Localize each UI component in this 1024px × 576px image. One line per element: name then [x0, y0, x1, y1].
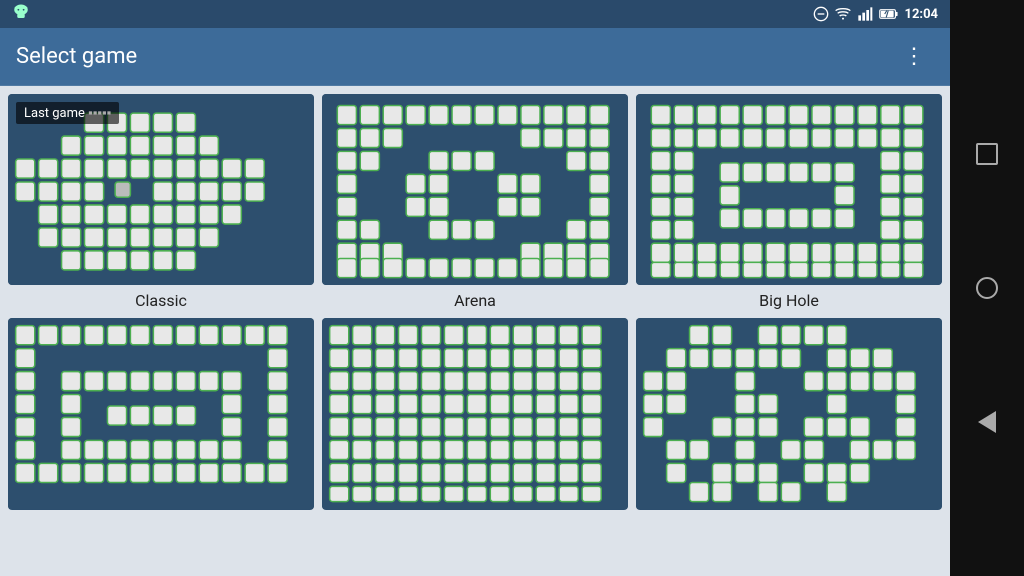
game-thumbnail-arena — [322, 94, 628, 285]
status-time: 12:04 — [905, 7, 939, 22]
game-thumbnail-full — [322, 318, 628, 509]
battery-icon — [879, 6, 899, 22]
more-options-button[interactable]: ⋮ — [895, 40, 934, 73]
signal-icon — [857, 6, 873, 22]
page-title: Select game — [16, 44, 895, 69]
status-bar: 12:04 — [0, 0, 950, 28]
game-item-classic[interactable]: Last game ▪▪▪▪▪ — [8, 94, 314, 310]
game-item-bighole[interactable]: Big Hole — [636, 94, 942, 310]
game-thumbnail-classic: Last game ▪▪▪▪▪ — [8, 94, 314, 285]
game-label-bighole: Big Hole — [759, 291, 819, 310]
nav-back-button[interactable] — [967, 402, 1007, 442]
android-screen: 12:04 Select game ⋮ Last game ▪▪▪▪▪ — [0, 0, 950, 576]
last-game-badge: Last game ▪▪▪▪▪ — [16, 102, 119, 124]
toolbar: Select game ⋮ — [0, 28, 950, 86]
game-thumbnail-bighole — [636, 94, 942, 285]
wifi-icon — [835, 6, 851, 22]
android-logo — [12, 3, 30, 25]
game-item-full[interactable] — [322, 318, 628, 515]
game-thumbnail-spiral — [8, 318, 314, 509]
game-item-scattered[interactable] — [636, 318, 942, 515]
game-label-classic: Classic — [135, 291, 187, 310]
game-grid-container: Last game ▪▪▪▪▪ — [0, 86, 950, 576]
game-label-arena: Arena — [454, 291, 496, 310]
game-item-spiral[interactable] — [8, 318, 314, 515]
android-nav-bar — [950, 0, 1024, 576]
game-item-arena[interactable]: Arena — [322, 94, 628, 310]
nav-home-button[interactable] — [967, 268, 1007, 308]
game-thumbnail-scattered — [636, 318, 942, 509]
game-grid: Last game ▪▪▪▪▪ — [8, 94, 942, 516]
nav-recents-button[interactable] — [967, 134, 1007, 174]
dnd-icon — [813, 6, 829, 22]
